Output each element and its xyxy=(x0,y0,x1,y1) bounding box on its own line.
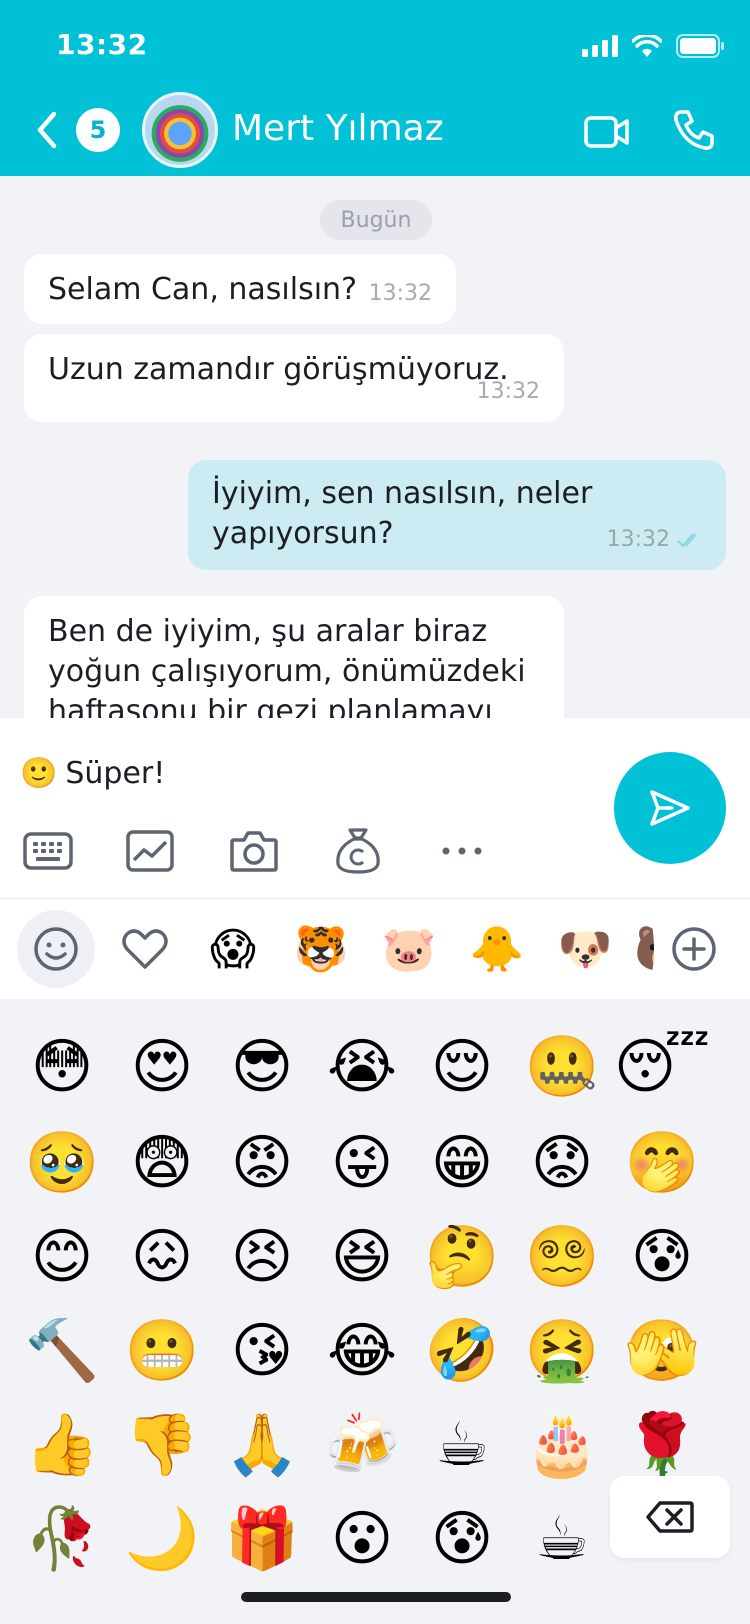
status-icons xyxy=(582,32,724,60)
message-text-line: haftasonu bir gezi planlamayı xyxy=(48,694,493,718)
add-icon xyxy=(672,927,716,971)
emoji-item[interactable]: 😆 xyxy=(322,1217,402,1297)
video-call-icon[interactable] xyxy=(584,112,630,152)
message-text: Selam Can, nasılsın? xyxy=(48,272,357,307)
emoji-item[interactable]: 😟 xyxy=(522,1123,602,1203)
emoji-item[interactable]: 😳 xyxy=(22,1027,102,1107)
emoji-tab-smileys[interactable] xyxy=(17,910,95,988)
phone-call-icon[interactable] xyxy=(672,108,716,152)
emoji-item[interactable]: 😣 xyxy=(222,1217,302,1297)
message-time: 13:32 xyxy=(606,527,670,552)
emoji-tab-sticker-1[interactable]: 😱 xyxy=(194,910,272,988)
battery-icon xyxy=(676,34,724,58)
emoji-item[interactable]: 🙏 xyxy=(222,1405,302,1485)
emoji-item[interactable]: 🤐 xyxy=(522,1027,602,1107)
camera-icon[interactable] xyxy=(228,826,280,876)
emoji-item[interactable]: 🍻 xyxy=(322,1405,402,1485)
message-text-line: İyiyim, sen nasılsın, neler xyxy=(212,476,593,511)
emoji-item[interactable]: 😡 xyxy=(222,1123,302,1203)
keyboard-icon[interactable] xyxy=(22,826,74,876)
emoji-item[interactable]: 😂 xyxy=(322,1311,402,1391)
signal-icon xyxy=(582,35,618,57)
emoji-item[interactable]: 🌙 xyxy=(122,1499,202,1579)
emoji-item[interactable]: 😌 xyxy=(422,1027,502,1107)
emoji-item[interactable]: 😴 xyxy=(614,1027,710,1107)
emoji-tab-sticker-5[interactable]: 🐶 xyxy=(546,910,624,988)
emoji-tab-sticker-3[interactable]: 🐷 xyxy=(370,910,448,988)
message-list[interactable]: Bugün Selam Can, nasılsın? 13:32 Uzun za… xyxy=(0,176,750,718)
message-text: Uzun zamandır görüşmüyoruz. xyxy=(48,352,509,387)
emoji-tab-favorites[interactable] xyxy=(106,910,184,988)
avatar[interactable] xyxy=(142,92,218,168)
emoji-item[interactable]: 😖 xyxy=(122,1217,202,1297)
message-time: 13:32 xyxy=(476,379,540,404)
emoji-item[interactable]: 🥀 xyxy=(22,1499,102,1579)
emoji-item[interactable]: 😭 xyxy=(322,1027,402,1107)
back-icon[interactable] xyxy=(30,110,64,150)
emoji-item[interactable]: 👎 xyxy=(122,1405,202,1485)
date-separator: Bugün xyxy=(320,200,432,240)
emoji-item[interactable]: 😨 xyxy=(122,1123,202,1203)
emoji-item[interactable]: 😰 xyxy=(422,1499,502,1579)
wifi-icon xyxy=(632,35,662,57)
emoji-item[interactable]: 😘 xyxy=(222,1311,302,1391)
delete-button[interactable] xyxy=(610,1476,730,1558)
send-button[interactable] xyxy=(614,752,726,864)
heart-icon xyxy=(122,929,168,969)
emoji-item[interactable]: 🎂 xyxy=(522,1405,602,1485)
draft-text: Süper! xyxy=(65,756,166,791)
emoji-item[interactable]: 😰 xyxy=(622,1217,702,1297)
emoji-item[interactable]: ☕ xyxy=(422,1405,502,1485)
status-time: 13:32 xyxy=(56,28,148,61)
emoji-item[interactable]: 🤔 xyxy=(422,1217,502,1297)
emoji-tab-add[interactable] xyxy=(655,910,733,988)
emoji-item[interactable]: 😬 xyxy=(122,1311,202,1391)
emoji-item[interactable]: 🌹 xyxy=(622,1405,702,1485)
header-bar: 13:32 5 Mert Yılmaz xyxy=(0,0,750,176)
more-icon[interactable] xyxy=(436,826,488,876)
send-icon xyxy=(650,790,690,826)
emoji-item[interactable]: 😊 xyxy=(22,1217,102,1297)
read-receipt-icon xyxy=(677,533,697,548)
emoji-item[interactable]: 🎁 xyxy=(222,1499,302,1579)
message-bubble-incoming[interactable]: Ben de iyiyim, şu aralar biraz yoğun çal… xyxy=(24,596,564,718)
draft-emoji: 🙂 xyxy=(20,756,58,791)
emoji-item[interactable]: 😜 xyxy=(322,1123,402,1203)
emoji-item[interactable]: 👍 xyxy=(22,1405,102,1485)
emoji-item[interactable]: 🤣 xyxy=(422,1311,502,1391)
home-indicator xyxy=(241,1592,511,1602)
message-text-line: Ben de iyiyim, şu aralar biraz xyxy=(48,614,488,649)
message-bubble-incoming[interactable]: Selam Can, nasılsın? 13:32 xyxy=(24,254,456,324)
message-meta: 13:32 xyxy=(607,520,704,560)
emoji-item[interactable]: 🫣 xyxy=(622,1311,702,1391)
emoji-item[interactable]: ☕ xyxy=(522,1499,602,1579)
emoji-item[interactable]: 🔨 xyxy=(22,1311,102,1391)
image-icon[interactable] xyxy=(124,826,176,876)
message-input[interactable]: 🙂 Süper! xyxy=(20,756,165,791)
emoji-item[interactable]: 😁 xyxy=(422,1123,502,1203)
emoji-item[interactable]: 🤮 xyxy=(522,1311,602,1391)
emoji-item[interactable]: 😍 xyxy=(122,1027,202,1107)
emoji-item[interactable]: 😎 xyxy=(222,1027,302,1107)
emoji-item[interactable]: 😮 xyxy=(322,1499,402,1579)
money-bag-icon[interactable] xyxy=(332,826,384,876)
message-time: 13:32 xyxy=(368,281,432,306)
emoji-tab-sticker-6[interactable]: 🐻 xyxy=(634,910,654,988)
unread-badge: 5 xyxy=(76,108,120,152)
contact-name[interactable]: Mert Yılmaz xyxy=(232,108,444,149)
message-text-line: yoğun çalışıyorum, önümüzdeki xyxy=(48,654,526,689)
emoji-tab-sticker-2[interactable]: 🐯 xyxy=(282,910,360,988)
message-bubble-incoming[interactable]: Uzun zamandır görüşmüyoruz. 13:32 xyxy=(24,334,564,422)
emoji-tab-sticker-4[interactable]: 🐥 xyxy=(458,910,536,988)
emoji-item[interactable]: 🥹 xyxy=(22,1123,102,1203)
smiley-icon xyxy=(34,927,78,971)
message-bubble-outgoing[interactable]: İyiyim, sen nasılsın, neler yapıyorsun? … xyxy=(188,460,726,570)
emoji-item[interactable]: 🤭 xyxy=(622,1123,702,1203)
backspace-icon xyxy=(646,1501,694,1533)
emoji-item[interactable]: 😵‍💫 xyxy=(522,1217,602,1297)
